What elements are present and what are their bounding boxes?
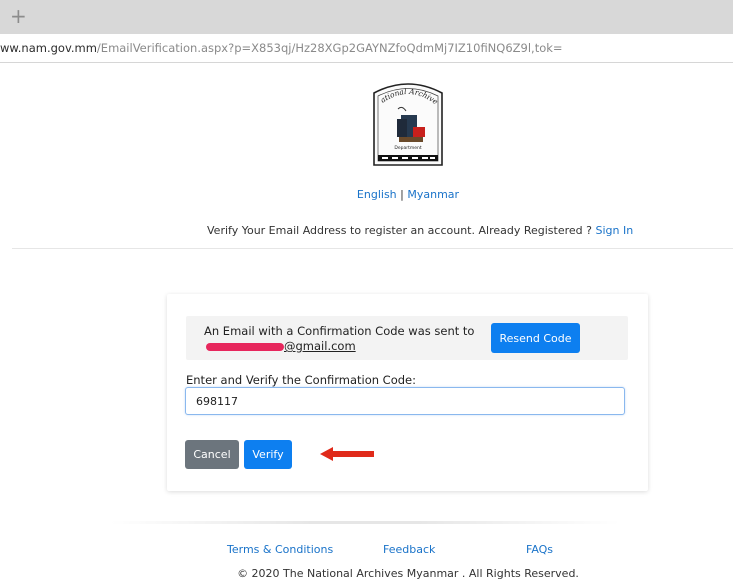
lang-myanmar-link[interactable]: Myanmar bbox=[407, 188, 459, 201]
cancel-button[interactable]: Cancel bbox=[185, 440, 239, 469]
header-divider bbox=[12, 248, 733, 249]
red-arrow-left-icon bbox=[320, 447, 374, 461]
copyright-text: © 2020 The National Archives Myanmar . A… bbox=[237, 567, 579, 580]
verify-button[interactable]: Verify bbox=[244, 440, 292, 469]
url-text[interactable]: ww.nam.gov.mm/EmailVerification.aspx?p=X… bbox=[0, 41, 563, 55]
feedback-link[interactable]: Feedback bbox=[383, 543, 435, 556]
verification-card: An Email with a Confirmation Code was se… bbox=[167, 294, 648, 491]
confirmation-code-label: Enter and Verify the Confirmation Code: bbox=[186, 373, 416, 387]
recipient-email: @gmail.com bbox=[204, 339, 356, 353]
confirmation-code-input[interactable] bbox=[185, 387, 625, 415]
email-sent-notice: An Email with a Confirmation Code was se… bbox=[186, 316, 628, 360]
resend-code-button[interactable]: Resend Code bbox=[491, 323, 580, 353]
url-path: /EmailVerification.aspx?p=X853qj/Hz28XGp… bbox=[96, 41, 563, 55]
browser-tab-bar: + bbox=[0, 0, 733, 34]
url-host: ww.nam.gov.mm bbox=[0, 41, 97, 55]
footer-divider bbox=[110, 521, 620, 524]
national-archives-logo: National Archives Department bbox=[368, 79, 443, 166]
plus-icon[interactable]: + bbox=[10, 6, 27, 26]
lang-separator: | bbox=[400, 188, 404, 201]
sign-in-link[interactable]: Sign In bbox=[595, 224, 633, 237]
verify-email-prompt: Verify Your Email Address to register an… bbox=[207, 224, 633, 237]
verify-prompt-text: Verify Your Email Address to register an… bbox=[207, 224, 592, 237]
email-domain: @gmail.com bbox=[284, 339, 356, 353]
notice-text: An Email with a Confirmation Code was se… bbox=[204, 324, 474, 353]
language-switcher: English | Myanmar bbox=[0, 188, 733, 201]
redacted-email-user bbox=[206, 342, 284, 351]
faqs-link[interactable]: FAQs bbox=[526, 543, 553, 556]
address-bar[interactable]: ww.nam.gov.mm/EmailVerification.aspx?p=X… bbox=[0, 34, 733, 63]
logo-department-text: Department bbox=[394, 145, 421, 151]
terms-link[interactable]: Terms & Conditions bbox=[227, 543, 333, 556]
lang-english-link[interactable]: English bbox=[357, 188, 397, 201]
notice-line: An Email with a Confirmation Code was se… bbox=[204, 324, 475, 338]
